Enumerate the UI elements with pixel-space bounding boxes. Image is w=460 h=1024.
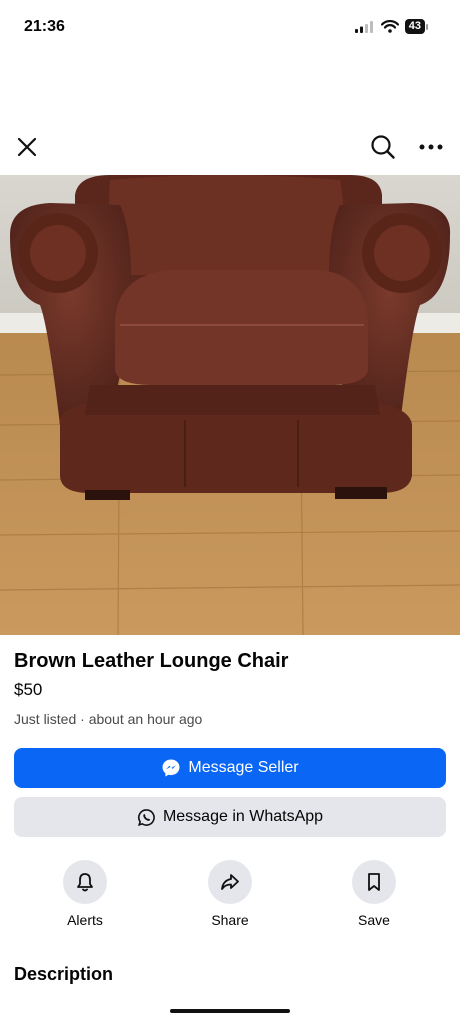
home-indicator[interactable] [170,1009,290,1013]
message-whatsapp-label: Message in WhatsApp [162,808,324,825]
close-button[interactable] [10,130,44,164]
message-seller-button[interactable]: Message Seller [14,748,446,788]
share-button[interactable]: Share [190,858,270,928]
alerts-label: Alerts [67,912,103,928]
listing-title: Brown Leather Lounge Chair [14,650,289,672]
share-icon [221,874,239,890]
listing-price: $50 [14,680,43,699]
message-seller-label: Message Seller [188,759,299,776]
top-nav [0,124,460,168]
listing-photo[interactable] [0,175,460,635]
battery-tip [426,23,428,30]
description-heading: Description [14,964,114,984]
whatsapp-icon [137,808,155,826]
save-button[interactable]: Save [334,858,414,928]
alerts-circle [63,860,107,904]
messenger-icon [162,759,180,777]
message-whatsapp-button[interactable]: Message in WhatsApp [14,797,446,837]
chair-photo-illustration [0,175,460,635]
status-icons: 43 [354,19,428,34]
status-bar: 21:36 43 [0,0,460,56]
bell-icon [77,873,93,892]
listing-meta: Just listed · about an hour ago [14,711,203,727]
share-circle [208,860,252,904]
wifi-icon [380,20,399,33]
battery-level: 43 [404,19,425,34]
bookmark-icon [368,873,380,891]
search-button[interactable] [366,130,400,164]
description-preview-cutoff [14,994,374,997]
search-icon [371,135,395,159]
status-time: 21:36 [24,18,65,35]
battery-indicator: 43 [404,19,428,34]
close-icon [17,137,37,157]
alerts-button[interactable]: Alerts [45,858,125,928]
save-circle [352,860,396,904]
save-label: Save [358,912,390,928]
more-horizontal-icon [419,144,443,150]
signal-icon [354,20,373,33]
action-row: Alerts Share Save [0,858,460,938]
more-options-button[interactable] [414,130,448,164]
share-label: Share [211,912,249,928]
